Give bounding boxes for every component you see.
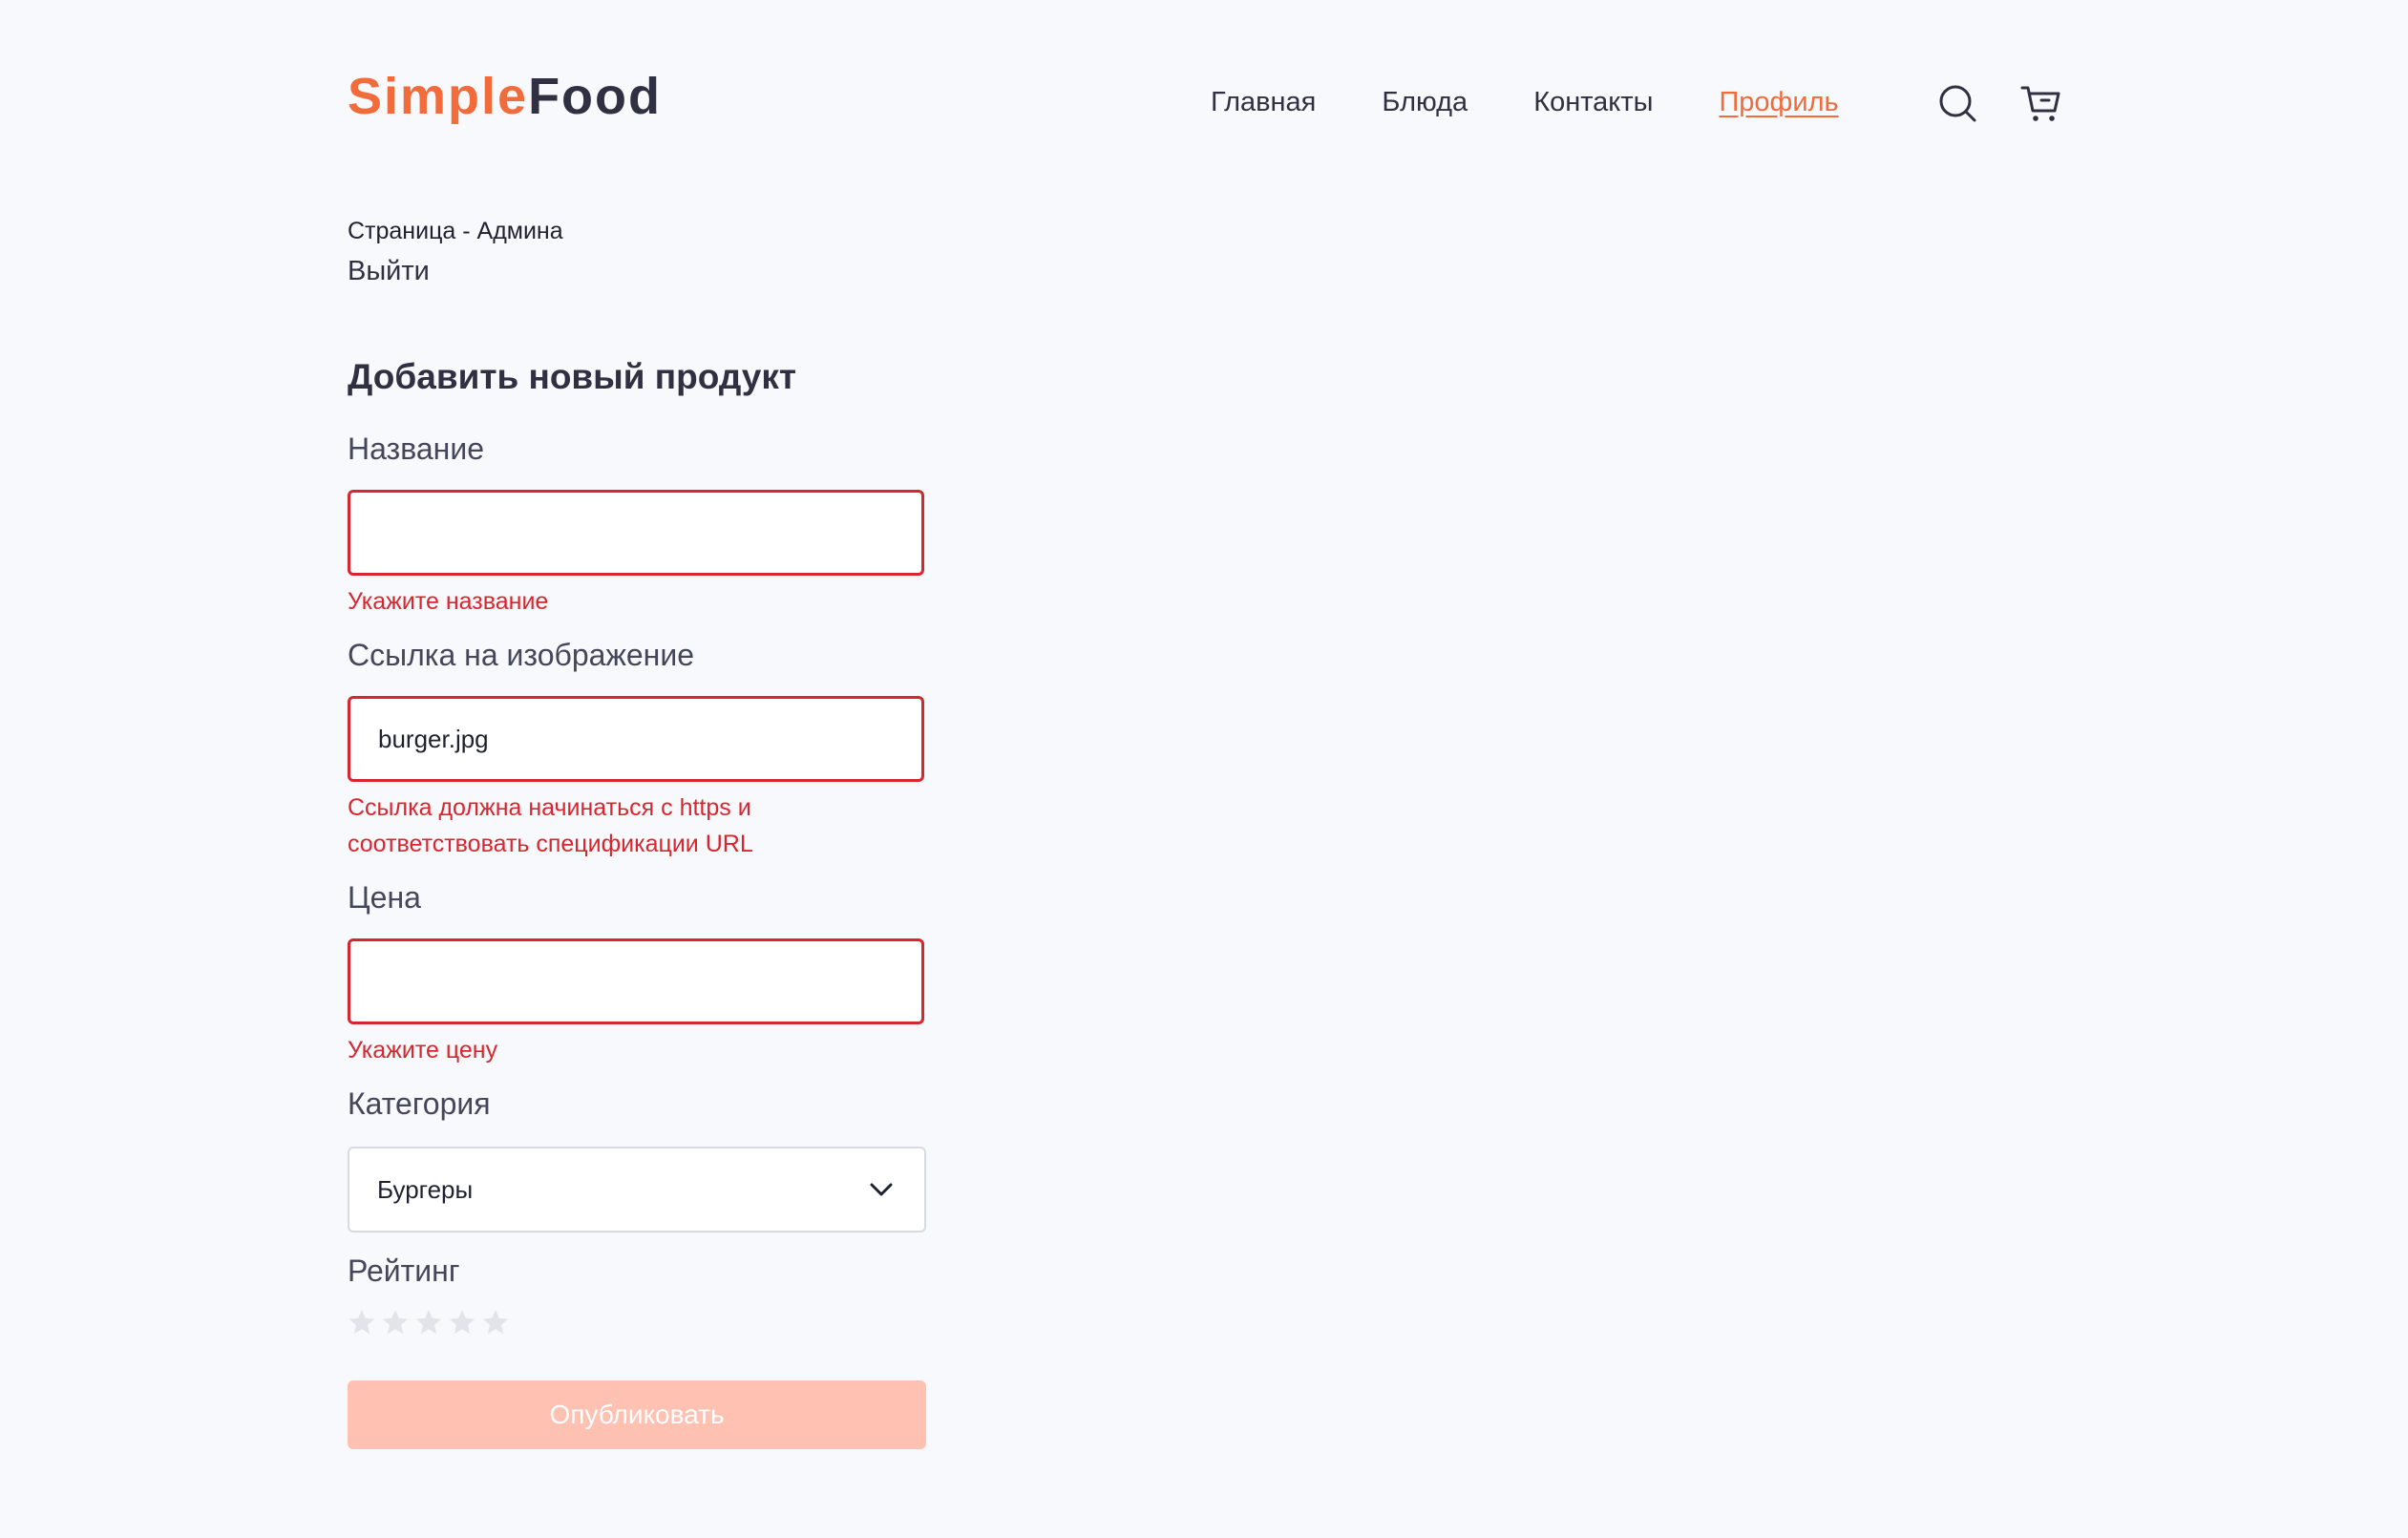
search-icon[interactable] [1936,82,1978,124]
rating-stars [348,1308,515,1337]
image-url-input[interactable]: burger.jpg [348,696,924,782]
logo-food: Food [528,68,663,125]
nav-link-profile[interactable]: Профиль [1719,86,1838,119]
price-input[interactable] [348,938,924,1024]
star-icon[interactable] [348,1308,376,1337]
logout-link[interactable]: Выйти [348,256,430,287]
category-label: Категория [348,1086,491,1121]
image-url-label: Ссылка на изображение [348,638,694,672]
price-error: Укажите цену [348,1037,498,1064]
rating-label: Рейтинг [348,1254,460,1288]
page: SimpleFood Главная Блюда Контакты Профил… [0,0,2408,1538]
nav-link-home[interactable]: Главная [1211,86,1316,119]
admin-page-title: Страница - Админа [348,218,563,244]
nav-link-dishes[interactable]: Блюда [1382,86,1468,119]
category-select[interactable]: Бургеры [348,1147,926,1233]
logo-simple: Simple [348,68,529,125]
name-input[interactable] [348,490,924,576]
form-title: Добавить новый продукт [348,357,797,396]
name-error: Укажите название [348,588,549,615]
star-icon[interactable] [414,1308,443,1337]
star-icon[interactable] [381,1308,410,1337]
main-nav: Главная Блюда Контакты Профиль [1211,86,1839,119]
price-label: Цена [348,880,421,915]
chevron-down-icon [870,1183,893,1196]
category-selected-value: Бургеры [377,1174,474,1204]
publish-button[interactable]: Опубликовать [348,1380,926,1449]
image-url-error: Ссылка должна начинаться с https и соотв… [348,794,753,857]
cart-icon[interactable] [2020,82,2062,124]
star-icon[interactable] [448,1308,476,1337]
star-icon[interactable] [481,1308,510,1337]
nav-link-contacts[interactable]: Контакты [1533,86,1653,119]
name-label: Название [348,432,484,466]
logo[interactable]: SimpleFood [348,71,662,122]
